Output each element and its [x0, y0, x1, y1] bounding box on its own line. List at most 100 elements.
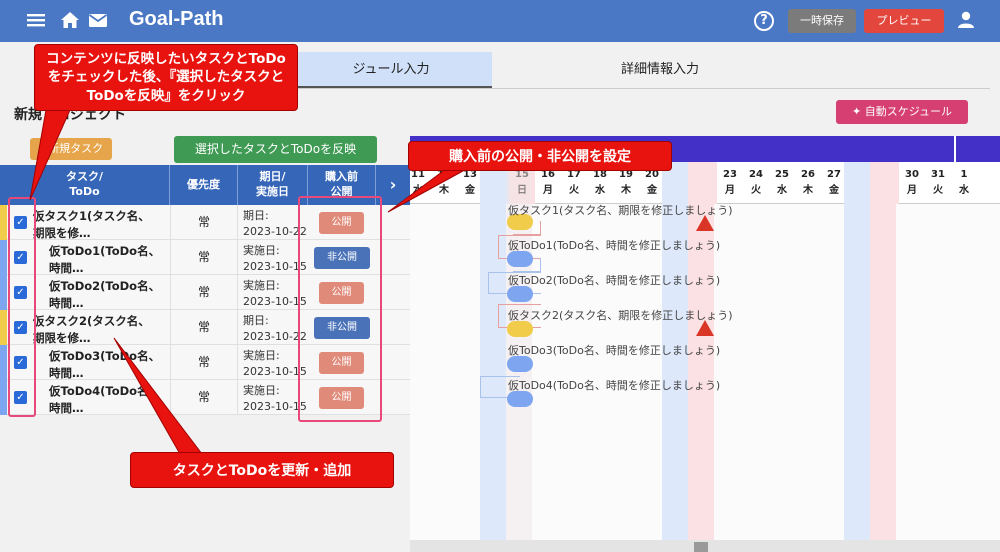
todo-bar[interactable]	[507, 251, 533, 267]
app-header: Goal-Path ? 一時保存 プレビュー	[0, 0, 1000, 42]
gantt-weekday: 火	[933, 185, 943, 196]
header-date-line1: 期日/	[259, 170, 286, 184]
tab-schedule-input[interactable]: ジュール入力	[290, 52, 492, 88]
row-name-line1: 仮タスク1(タスク名、	[33, 209, 150, 223]
gantt-day-number: 1	[960, 169, 968, 180]
row-name-line2: 期限を修…	[33, 225, 91, 240]
gantt-weekday: 水	[413, 185, 423, 196]
row-type-stripe	[0, 205, 7, 240]
gantt-weekday: 水	[777, 185, 787, 196]
annotation-update-add: タスクとToDoを更新・追加	[130, 452, 394, 488]
plus-circle-icon: ⊕	[38, 142, 49, 155]
row-priority: 常	[170, 275, 238, 310]
row-type-stripe	[0, 380, 7, 415]
gantt-day-column: 1水	[951, 162, 977, 204]
gantt-weekday: 月	[907, 185, 917, 196]
tab-divider	[290, 88, 990, 89]
row-priority: 常	[170, 240, 238, 275]
row-name-line2: 時間…	[49, 295, 84, 310]
row-name-line1: 仮ToDo2(ToDo名、	[49, 279, 161, 293]
row-date-label: 実施日:	[243, 244, 280, 257]
gantt-weekday: 水	[595, 185, 605, 196]
gantt-day-number: 25	[775, 169, 789, 180]
tab-detail-input[interactable]: 詳細情報入力	[560, 52, 760, 88]
scrollbar-thumb[interactable]	[694, 542, 708, 552]
auto-schedule-label: 自動スケジュール	[864, 105, 952, 118]
preview-button[interactable]: プレビュー	[864, 9, 944, 33]
sparkle-icon: ✦	[852, 105, 862, 118]
todo-bar[interactable]	[507, 286, 533, 302]
gantt-day-column: 23 月	[717, 162, 743, 204]
row-name[interactable]: 仮タスク2(タスク名、 期限を修…	[33, 313, 150, 346]
row-date-label: 実施日:	[243, 384, 280, 397]
reflect-selected-button[interactable]: 選択したタスクとToDoを反映	[174, 136, 377, 163]
gantt-day-number: 26	[801, 169, 815, 180]
row-name[interactable]: 仮ToDo3(ToDo名、 時間…	[49, 348, 160, 381]
temporary-save-button[interactable]: 一時保存	[788, 9, 856, 33]
gantt-saturday-column	[844, 162, 870, 540]
row-name-line2: 期限を修…	[33, 330, 91, 345]
gantt-weekday: 火	[569, 185, 579, 196]
gantt-saturday-column	[480, 162, 506, 540]
home-icon[interactable]	[60, 10, 80, 30]
mail-icon[interactable]	[88, 10, 108, 30]
gantt-weekday: 火	[751, 185, 761, 196]
task-bar[interactable]	[507, 321, 533, 337]
annotation-public-setting: 購入前の公開・非公開を設定	[408, 141, 672, 171]
user-icon[interactable]	[956, 10, 976, 30]
row-name-line1: 仮ToDo1(ToDo名、	[49, 244, 161, 258]
gantt-label: 仮ToDo1(ToDo名、時間を修正しましょう)	[508, 239, 721, 252]
auto-schedule-button[interactable]: ✦ 自動スケジュール	[836, 100, 968, 124]
header-task-line2: ToDo	[69, 185, 100, 198]
gantt-weekday: 水	[959, 185, 969, 196]
gantt-day-column: 24 火	[743, 162, 769, 204]
row-priority: 常	[170, 345, 238, 380]
row-priority: 常	[170, 310, 238, 345]
menu-icon[interactable]	[26, 10, 46, 30]
todo-bar[interactable]	[507, 391, 533, 407]
gantt-day-number: 23	[723, 169, 737, 180]
gantt-weekday: 木	[621, 185, 631, 196]
row-date-label: 実施日:	[243, 279, 280, 292]
gantt-sunday-column	[870, 162, 896, 540]
header-date-line2: 実施日	[256, 185, 289, 198]
header-task-line1: タスク/	[65, 170, 104, 184]
row-name-line2: 時間…	[49, 400, 84, 415]
gantt-day-column: 26 木	[795, 162, 821, 204]
gantt-day-number: 30	[905, 169, 919, 180]
row-date-label: 期日:	[243, 209, 269, 222]
gantt-label: 仮ToDo3(ToDo名、時間を修正しましょう)	[508, 344, 721, 357]
new-task-button[interactable]: ⊕新規タスク	[30, 138, 112, 160]
gantt-day-column: 25 水	[769, 162, 795, 204]
row-type-stripe	[0, 310, 7, 345]
row-name-line1: 仮ToDo3(ToDo名、	[49, 349, 161, 363]
header-public-line1: 購入前	[325, 170, 358, 184]
row-name-line1: 仮ToDo4(ToDo名	[49, 384, 149, 398]
gantt-weekday: 月	[725, 185, 735, 196]
public-column-highlight-box	[298, 196, 382, 422]
gantt-label: 仮タスク1(タスク名、期限を修正しましょう)	[508, 204, 733, 217]
help-icon[interactable]: ?	[754, 11, 774, 31]
row-date-label: 期日:	[243, 314, 269, 327]
header-priority: 優先度	[170, 165, 238, 205]
row-name[interactable]: 仮ToDo4(ToDo名 時間…	[49, 383, 149, 416]
row-type-stripe	[0, 240, 7, 275]
row-name-line2: 時間…	[49, 365, 84, 380]
gantt-weekday: 木	[803, 185, 813, 196]
row-name[interactable]: 仮ToDo2(ToDo名、 時間…	[49, 278, 160, 311]
gantt-label: 仮ToDo2(ToDo名、時間を修正しましょう)	[508, 274, 721, 287]
gantt-day-column: 31 火	[925, 162, 951, 204]
gantt-day-number: 24	[749, 169, 763, 180]
gantt-day-number: 31	[931, 169, 945, 180]
gantt-month-separator	[954, 136, 956, 162]
todo-bar[interactable]	[507, 356, 533, 372]
row-name[interactable]: 仮ToDo1(ToDo名、 時間…	[49, 243, 160, 276]
row-name[interactable]: 仮タスク1(タスク名、 期限を修…	[33, 208, 150, 241]
row-name-line1: 仮タスク2(タスク名、	[33, 314, 150, 328]
gantt-label: 仮ToDo4(ToDo名、時間を修正しましょう)	[508, 379, 721, 392]
gantt-label: 仮タスク2(タスク名、期限を修正しましょう)	[508, 309, 733, 322]
annotation-check-reflect: コンテンツに反映したいタスクとToDoをチェックした後、『選択したタスクとToD…	[34, 44, 298, 111]
row-type-stripe	[0, 275, 7, 310]
app-title: Goal-Path	[129, 8, 224, 30]
row-type-stripe	[0, 345, 7, 380]
